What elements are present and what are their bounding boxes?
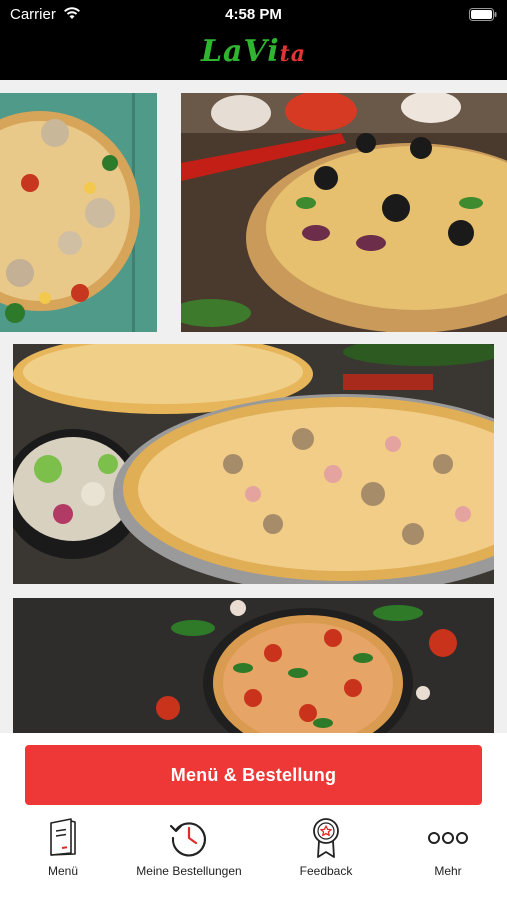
- award-badge-icon: [263, 817, 389, 859]
- menu-book-icon: [0, 817, 126, 859]
- history-icon: [126, 817, 252, 859]
- logo-text-red: ta: [279, 41, 307, 67]
- status-bar: Carrier 4:58 PM: [0, 0, 507, 30]
- tab-more-label: Mehr: [434, 864, 462, 878]
- app-header: LaVita: [0, 30, 507, 80]
- tab-more[interactable]: Mehr: [385, 813, 507, 900]
- pizza-image-basil[interactable]: [13, 598, 494, 733]
- logo-text-green: LaVi: [200, 34, 280, 69]
- tab-feedback-label: Feedback: [299, 864, 353, 878]
- clock: 4:58 PM: [225, 6, 282, 23]
- tab-bar: Menü Meine Bestellungen Feedback Mehr: [0, 813, 507, 900]
- tab-my-orders[interactable]: Meine Bestellungen: [126, 813, 252, 900]
- tab-menu-label: Menü: [47, 864, 79, 878]
- menu-order-button[interactable]: Menü & Bestellung: [25, 745, 482, 805]
- pizza-image-mushroom[interactable]: [0, 93, 157, 332]
- tab-my-orders-label: Meine Bestellungen: [136, 864, 242, 878]
- tab-menu[interactable]: Menü: [0, 813, 126, 900]
- pizza-image-olives[interactable]: [181, 93, 507, 332]
- tab-feedback[interactable]: Feedback: [263, 813, 389, 900]
- more-dots-icon: [385, 817, 507, 859]
- pizza-image-ham-mushroom[interactable]: [13, 344, 494, 584]
- pizza-gallery: [0, 80, 507, 733]
- lavita-logo: LaVita: [0, 34, 507, 69]
- battery-icon: [469, 8, 497, 26]
